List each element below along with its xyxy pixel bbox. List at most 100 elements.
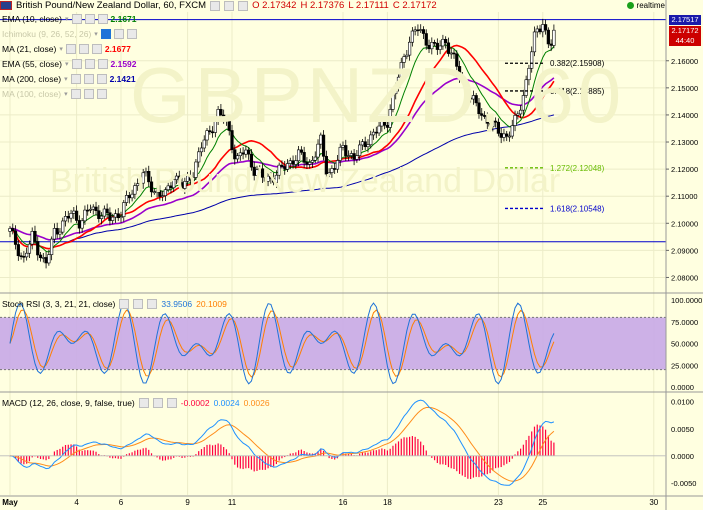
macd-hist-bar — [261, 455, 264, 470]
indicator-settings-icon[interactable] — [83, 88, 94, 99]
chevron-down-icon[interactable]: ▾ — [65, 15, 69, 23]
indicator-row[interactable]: EMA (10, close) ▾ 2.1671 — [2, 12, 137, 25]
macd-close-icon[interactable] — [166, 398, 177, 408]
macd-hist-bar — [550, 440, 552, 456]
indicator-settings-icon[interactable] — [113, 28, 124, 39]
macd-legend-name[interactable]: MACD (12, 26, close, 9, false, true) — [2, 398, 135, 408]
candle-body — [302, 152, 306, 163]
ohlc-high: H 2.17376 — [300, 0, 345, 11]
macd-eye-icon[interactable] — [138, 398, 149, 408]
candle-body — [11, 228, 15, 232]
indicator-close-icon[interactable] — [97, 13, 108, 24]
indicator-close-icon[interactable] — [96, 88, 107, 99]
macd-tick-label-3: -0.0050 — [671, 479, 696, 488]
macd-settings-icon[interactable] — [152, 398, 163, 408]
candle-body — [355, 155, 359, 160]
chevron-down-icon[interactable]: ▾ — [65, 60, 69, 68]
macd-hist-bar — [275, 455, 277, 465]
macd-hist-bar — [464, 455, 466, 478]
indicator-close-icon[interactable] — [96, 73, 107, 84]
macd-hist-bar — [503, 455, 505, 466]
indicator-close-icon[interactable] — [126, 28, 137, 39]
macd-hist-bar — [170, 455, 172, 460]
macd-hist-bar — [92, 450, 94, 456]
candle-body — [299, 149, 303, 153]
candle-body — [363, 141, 367, 148]
indicator-row[interactable]: Ichimoku (9, 26, 52, 26) ▾ — [2, 27, 137, 40]
macd-hist-bar — [409, 436, 411, 456]
macd-hist-bar — [70, 444, 72, 456]
currency-flag-icon — [0, 1, 12, 10]
macd-hist-bar — [542, 426, 544, 456]
stoch-tick-label-4: 0.0000 — [671, 383, 694, 392]
stoch-close-icon[interactable] — [147, 299, 158, 309]
macd-hist-bar — [142, 448, 144, 456]
price-tick-label-3: 2.13000 — [671, 138, 698, 147]
macd-hist-bar — [384, 449, 386, 456]
chevron-down-icon[interactable]: ▾ — [64, 75, 68, 83]
indicator-row[interactable]: MA (200, close) ▾ 2.1421 — [2, 72, 136, 85]
candle-body — [199, 147, 204, 153]
indicator-eye-icon[interactable] — [70, 73, 81, 84]
header-close-icon[interactable] — [238, 0, 249, 11]
macd-hist-bar — [56, 449, 58, 456]
time-tick-label-7: 23 — [494, 498, 503, 507]
macd-hist-bar — [120, 455, 122, 459]
time-tick-label-9: 30 — [649, 498, 658, 507]
header-eye-icon[interactable] — [210, 0, 221, 11]
indicator-eye-icon[interactable] — [70, 88, 81, 99]
chevron-down-icon[interactable]: ▾ — [94, 30, 98, 38]
time-tick-label-6: 18 — [383, 498, 392, 507]
indicator-settings-icon[interactable] — [84, 58, 95, 69]
stoch-band — [0, 316, 666, 371]
watermark-symbol: GBPNZD, 60 — [130, 51, 626, 139]
indicator-row[interactable]: MA (21, close) ▾ 2.1677 — [2, 42, 131, 55]
macd-hist-bar — [256, 455, 258, 471]
stoch-legend-name[interactable]: Stoch RSI (3, 3, 21, 21, close) — [2, 299, 115, 309]
indicator-row[interactable]: MA (100, close) ▾ — [2, 87, 107, 100]
candle-body — [58, 231, 62, 235]
header-settings-icon[interactable] — [224, 0, 235, 11]
chevron-down-icon[interactable]: ▾ — [64, 90, 68, 98]
price-tick-label-1: 2.15000 — [671, 84, 698, 93]
stoch-eye-icon[interactable] — [119, 299, 130, 309]
candle-body — [41, 257, 45, 259]
candle-body — [13, 230, 18, 245]
candle-body — [55, 228, 59, 235]
macd-hist-bar — [489, 455, 491, 474]
symbol-title[interactable]: British Pound/New Zealand Dollar, 60, FX… — [16, 0, 206, 11]
indicator-settings-icon[interactable] — [84, 13, 95, 24]
macd-hist-bar — [295, 452, 297, 456]
macd-hist-bar — [531, 431, 533, 456]
candle — [38, 252, 43, 262]
chevron-down-icon[interactable]: ▾ — [59, 45, 63, 53]
macd-hist-bar — [64, 445, 67, 456]
candle-body — [435, 42, 439, 50]
indicator-settings-icon[interactable] — [78, 43, 89, 54]
macd-hist-bar — [39, 455, 42, 459]
indicator-close-icon[interactable] — [97, 58, 108, 69]
candle — [546, 27, 550, 49]
last-price-tag: 2.17172 — [669, 26, 701, 36]
indicator-settings-icon[interactable] — [83, 73, 94, 84]
candle — [102, 205, 106, 220]
stoch-legend: Stoch RSI (3, 3, 21, 21, close) 33.9506 … — [2, 299, 227, 309]
indicator-eye-icon[interactable] — [71, 58, 82, 69]
indicator-eye-icon[interactable] — [65, 43, 76, 54]
indicator-row[interactable]: EMA (55, close) ▾ 2.1592 — [2, 57, 137, 70]
indicator-close-icon[interactable] — [91, 43, 102, 54]
indicator-eye-icon[interactable] — [71, 13, 82, 24]
macd-hist-bar — [495, 455, 497, 469]
macd-hist-bar — [375, 450, 377, 456]
macd-hist-bar — [400, 438, 402, 456]
macd-hist-bar — [458, 455, 461, 474]
candle — [50, 236, 54, 261]
indicator-eye-icon[interactable] — [100, 28, 111, 39]
candle-body — [202, 139, 206, 149]
candle-body — [424, 33, 428, 46]
time-tick-label-8: 25 — [538, 498, 547, 507]
candle — [63, 210, 68, 227]
candle-body — [30, 230, 34, 245]
stoch-settings-icon[interactable] — [133, 299, 144, 309]
candle-body — [360, 141, 365, 146]
